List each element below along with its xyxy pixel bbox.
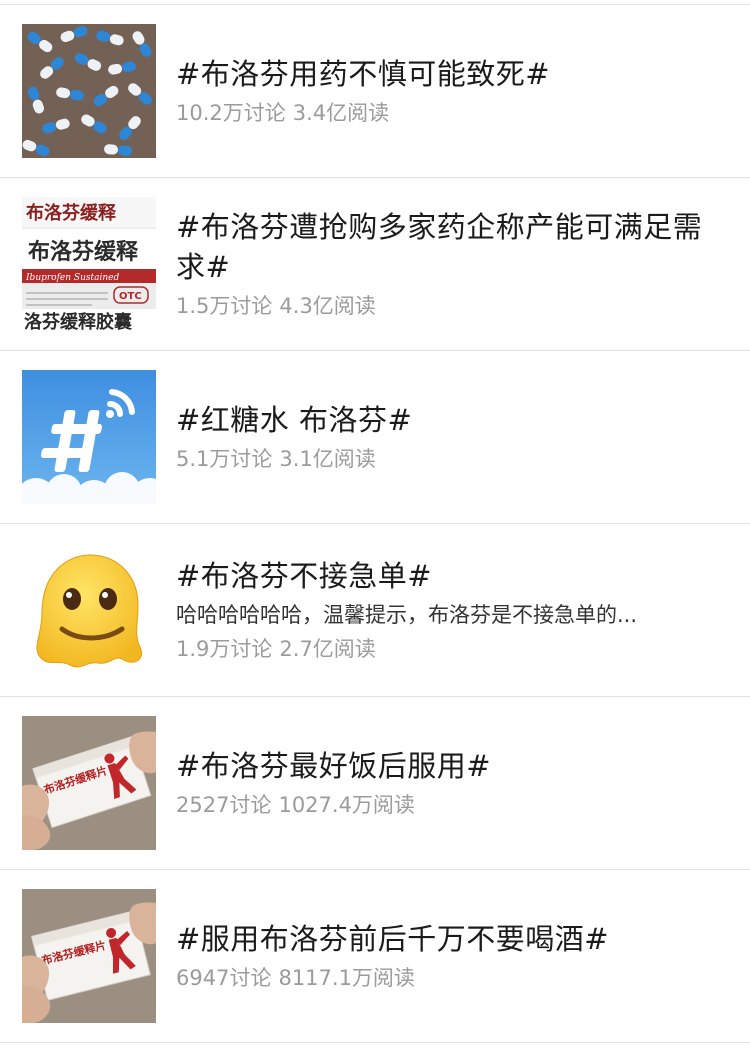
medicine-box-hand-thumbnail[interactable]: 布洛芬缓释片 [22,716,156,850]
topic-text: #布洛芬遭抢购多家药企称产能可满足需求# 1.5万讨论 4.3亿阅读 [176,178,710,350]
topic-text: #布洛芬不接急单# 哈哈哈哈哈哈，温馨提示，布洛芬是不接急单的... 1.9万讨… [176,524,710,696]
topic-title[interactable]: #布洛芬遭抢购多家药企称产能可满足需求# [176,207,710,287]
topic-text: #红糖水 布洛芬# 5.1万讨论 3.1亿阅读 [176,351,710,523]
topic-title[interactable]: #布洛芬用药不慎可能致死# [176,54,710,94]
topic-title[interactable]: #布洛芬不接急单# [176,556,710,596]
topic-row[interactable]: 布洛芬缓释 布洛芬缓释 Ibuprofen Sustained OTC 洛芬缓释… [0,178,750,351]
hashtag-icon [22,370,156,504]
read-count: 3.4亿阅读 [292,101,390,125]
topic-stats: 10.2万讨论 3.4亿阅读 [176,98,710,128]
discussion-count: 5.1万讨论 [176,447,273,471]
read-count: 2.7亿阅读 [279,637,376,661]
discussion-count: 1.9万讨论 [176,637,273,661]
topic-row[interactable]: 布洛芬缓释片 #布洛芬最好饭后服用# 2527讨论 1027.4万阅读 [0,697,750,870]
discussion-count: 2527讨论 [176,793,272,817]
melting-face-thumbnail[interactable] [22,543,156,677]
box-label-top: 布洛芬缓释 [26,202,117,224]
box-label-english: Ibuprofen Sustained [25,273,119,283]
discussion-count: 10.2万讨论 [176,101,286,125]
topic-row[interactable]: #红糖水 布洛芬# 5.1万讨论 3.1亿阅读 [0,351,750,524]
topic-text: #服用布洛芬前后千万不要喝酒# 6947讨论 8117.1万阅读 [176,870,710,1042]
melting-face-emoji-icon [22,543,156,677]
topic-stats: 2527讨论 1027.4万阅读 [176,790,710,820]
read-count: 8117.1万阅读 [278,966,415,990]
box-label-main: 布洛芬缓释 [28,239,139,265]
medicine-box-image: 布洛芬缓释 布洛芬缓释 Ibuprofen Sustained OTC 洛芬缓释… [22,197,156,331]
topic-text: #布洛芬最好饭后服用# 2527讨论 1027.4万阅读 [176,697,710,869]
read-count: 4.3亿阅读 [279,294,376,318]
topic-stats: 6947讨论 8117.1万阅读 [176,963,710,993]
box-label-bottom: 洛芬缓释胶囊 [24,311,133,331]
medicine-box-hand-image: 布洛芬缓释片 [22,716,156,850]
topic-title[interactable]: #服用布洛芬前后千万不要喝酒# [176,919,710,959]
capsules-image [22,24,156,158]
discussion-count: 6947讨论 [176,966,272,990]
topic-row[interactable]: 布洛芬缓释片 #服用布洛芬前后千万不要喝酒# 6947讨论 8117.1万阅读 [0,870,750,1043]
medicine-box-thumbnail[interactable]: 布洛芬缓释 布洛芬缓释 Ibuprofen Sustained OTC 洛芬缓释… [22,197,156,331]
read-count: 3.1亿阅读 [279,447,376,471]
hashtag-thumbnail[interactable] [22,370,156,504]
medicine-box-hand-thumbnail[interactable]: 布洛芬缓释片 [22,889,156,1023]
read-count: 1027.4万阅读 [278,793,415,817]
topic-list: #布洛芬用药不慎可能致死# 10.2万讨论 3.4亿阅读 布洛芬缓释 布洛芬缓释 … [0,4,750,1043]
otc-badge: OTC [119,291,142,302]
topic-row[interactable]: #布洛芬不接急单# 哈哈哈哈哈哈，温馨提示，布洛芬是不接急单的... 1.9万讨… [0,524,750,697]
topic-stats: 1.9万讨论 2.7亿阅读 [176,634,710,664]
topic-row[interactable]: #布洛芬用药不慎可能致死# 10.2万讨论 3.4亿阅读 [0,5,750,178]
medicine-box-hand-image: 布洛芬缓释片 [22,889,156,1023]
capsules-thumbnail[interactable] [22,24,156,158]
topic-description: 哈哈哈哈哈哈，温馨提示，布洛芬是不接急单的... [176,603,638,627]
discussion-count: 1.5万讨论 [176,294,273,318]
topic-title[interactable]: #红糖水 布洛芬# [176,400,710,440]
topic-stats: 5.1万讨论 3.1亿阅读 [176,444,710,474]
topic-text: #布洛芬用药不慎可能致死# 10.2万讨论 3.4亿阅读 [176,5,710,177]
topic-title[interactable]: #布洛芬最好饭后服用# [176,746,710,786]
topic-stats: 1.5万讨论 4.3亿阅读 [176,291,710,321]
